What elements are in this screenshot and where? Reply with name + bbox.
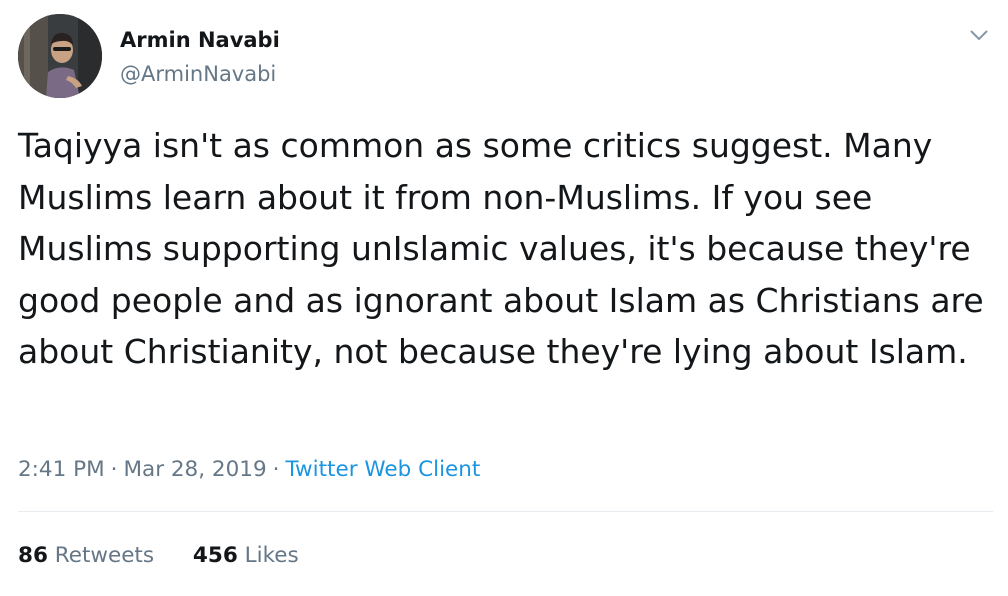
tweet-date[interactable]: Mar 28, 2019 <box>123 457 266 482</box>
tweet-card: Armin Navabi @ArminNavabi Taqiyya isn't … <box>0 0 1008 596</box>
author-name[interactable]: Armin Navabi <box>120 26 280 54</box>
likes-count: 456 <box>192 543 238 568</box>
author-handle[interactable]: @ArminNavabi <box>120 60 276 88</box>
likes-label: Likes <box>244 543 299 568</box>
profile-photo-icon <box>18 14 102 98</box>
tweet-client-link[interactable]: Twitter Web Client <box>285 457 480 482</box>
meta-separator: · <box>272 457 280 482</box>
tweet-stats: 86 Retweets 456 Likes <box>18 541 299 571</box>
tweet-time[interactable]: 2:41 PM <box>18 457 105 482</box>
retweets-count: 86 <box>18 543 48 568</box>
retweets-stat[interactable]: 86 Retweets <box>18 541 154 571</box>
chevron-down-icon <box>970 30 988 40</box>
divider <box>18 511 993 512</box>
meta-separator: · <box>110 457 118 482</box>
tweet-text: Taqiyya isn't as common as some critics … <box>18 126 984 371</box>
tweet-metadata: 2:41 PM · Mar 28, 2019 · Twitter Web Client <box>18 455 480 485</box>
retweets-label: Retweets <box>54 543 155 568</box>
tweet-menu-button[interactable] <box>966 24 992 46</box>
avatar[interactable] <box>18 14 102 98</box>
likes-stat[interactable]: 456 Likes <box>193 541 299 571</box>
